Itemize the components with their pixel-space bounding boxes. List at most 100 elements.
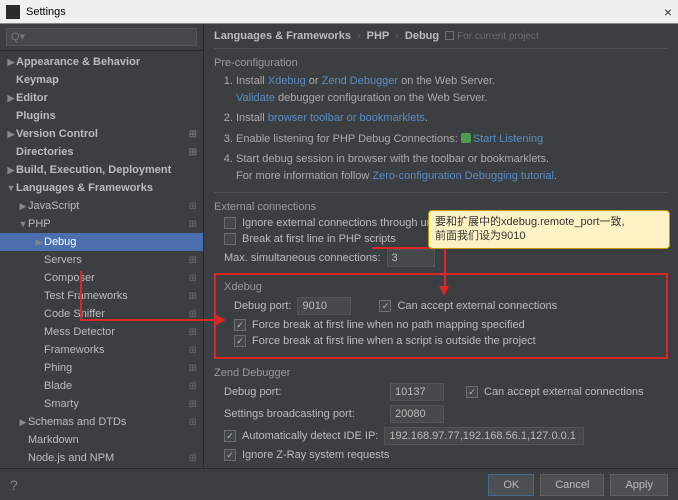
zend-title: Zend Debugger	[214, 367, 668, 379]
cancel-button[interactable]: Cancel	[540, 474, 604, 496]
search-input[interactable]	[6, 28, 197, 46]
tree-item-blade[interactable]: Blade⊞	[0, 377, 203, 395]
expand-arrow-icon[interactable]: ▶	[18, 201, 28, 212]
dialog-footer: ? OK Cancel Apply	[0, 468, 678, 500]
xdebug-port-input[interactable]	[297, 297, 351, 315]
tree-item-directories[interactable]: Directories⊞	[0, 143, 203, 161]
zend-port-label: Debug port:	[224, 386, 384, 398]
preconfig-section: Install Xdebug or Zend Debugger on the W…	[214, 73, 668, 184]
breadcrumb: Languages & Frameworks › PHP › Debug For…	[214, 24, 668, 49]
break-first-label: Break at first line in PHP scripts	[242, 233, 396, 245]
xdebug-link[interactable]: Xdebug	[268, 75, 306, 87]
tree-item-appearance-behavior[interactable]: ▶Appearance & Behavior	[0, 53, 203, 71]
break-first-checkbox[interactable]	[224, 233, 236, 245]
toolbar-link[interactable]: browser toolbar or bookmarklets	[268, 112, 425, 124]
zend-autoip-label: Automatically detect IDE IP:	[242, 430, 378, 442]
tree-item-version-control[interactable]: ▶Version Control ⊞	[0, 125, 203, 143]
tree-item-languages-frameworks[interactable]: ▼Languages & Frameworks	[0, 179, 203, 197]
zend-broadcast-input[interactable]	[390, 405, 444, 423]
xdebug-force-outside-checkbox[interactable]	[234, 335, 246, 347]
start-listening-link[interactable]: Start Listening	[473, 133, 543, 145]
xdebug-force-outside-label: Force break at first line when a script …	[252, 335, 536, 347]
tree-item-servers[interactable]: Servers ⊞	[0, 251, 203, 269]
help-icon[interactable]: ?	[10, 477, 18, 493]
ok-button[interactable]: OK	[488, 474, 534, 496]
expand-arrow-icon[interactable]: ▶	[6, 129, 16, 140]
project-scope-icon: ⊞	[189, 417, 197, 428]
tree-item-label: Editor	[16, 92, 48, 104]
annotation-arrow-line	[80, 319, 218, 321]
expand-arrow-icon[interactable]: ▼	[6, 183, 16, 193]
tree-item-label: Node.js and NPM	[28, 452, 114, 464]
expand-arrow-icon[interactable]: ▶	[6, 165, 16, 176]
tree-item-editor[interactable]: ▶Editor	[0, 89, 203, 107]
xdebug-accept-checkbox[interactable]	[379, 300, 391, 312]
tree-item-php[interactable]: ▼PHP⊞	[0, 215, 203, 233]
zend-accept-checkbox[interactable]	[466, 386, 478, 398]
project-scope-icon: ⊞	[189, 129, 197, 140]
tree-item-label: Test Frameworks	[44, 290, 128, 302]
tree-item-label: Version Control	[16, 128, 98, 140]
tree-item-test-frameworks[interactable]: Test Frameworks ⊞	[0, 287, 203, 305]
expand-arrow-icon[interactable]: ▶	[18, 417, 28, 428]
project-scope-icon: ⊞	[189, 309, 197, 320]
tree-item-composer[interactable]: Composer⊞	[0, 269, 203, 287]
annotation-arrow-line	[80, 271, 82, 319]
preconfig-step-4: Start debug session in browser with the …	[236, 151, 668, 184]
zend-port-input[interactable]	[390, 383, 444, 401]
breadcrumb-sep: ›	[395, 30, 399, 42]
apply-button[interactable]: Apply	[610, 474, 668, 496]
ignore-external-checkbox[interactable]	[224, 217, 236, 229]
tree-item-javascript[interactable]: ▶JavaScript⊞	[0, 197, 203, 215]
project-scope-icon: ⊞	[189, 255, 197, 266]
project-scope-icon: ⊞	[189, 381, 197, 392]
tree-item-keymap[interactable]: Keymap	[0, 71, 203, 89]
tree-item-smarty[interactable]: Smarty⊞	[0, 395, 203, 413]
tutorial-link[interactable]: Zero-configuration Debugging tutorial	[372, 170, 554, 182]
listen-icon	[461, 133, 471, 143]
project-scope-icon: ⊞	[189, 291, 197, 302]
xdebug-force-nopath-checkbox[interactable]	[234, 319, 246, 331]
tree-item-frameworks[interactable]: Frameworks⊞	[0, 341, 203, 359]
tree-item-build-execution-deployment[interactable]: ▶Build, Execution, Deployment	[0, 161, 203, 179]
max-connections-input[interactable]	[387, 249, 435, 267]
zend-zray-checkbox[interactable]	[224, 449, 236, 461]
tree-item-phing[interactable]: Phing⊞	[0, 359, 203, 377]
settings-tree[interactable]: ▶Appearance & BehaviorKeymap▶EditorPlugi…	[0, 51, 203, 468]
preconfig-step-3: Enable listening for PHP Debug Connectio…	[236, 131, 668, 148]
breadcrumb-l1[interactable]: Languages & Frameworks	[214, 30, 351, 42]
validate-link[interactable]: Validate	[236, 92, 275, 104]
zend-autoip-input[interactable]	[384, 427, 584, 445]
tree-item-node-js-and-npm[interactable]: Node.js and NPM⊞	[0, 449, 203, 467]
tree-item-label: Schemas and DTDs	[28, 416, 126, 428]
zend-link[interactable]: Zend Debugger	[322, 75, 398, 87]
zend-autoip-checkbox[interactable]	[224, 430, 236, 442]
tree-item-plugins[interactable]: Plugins	[0, 107, 203, 125]
tree-item-label: Languages & Frameworks	[16, 182, 153, 194]
tree-item-markdown[interactable]: Markdown	[0, 431, 203, 449]
project-scope-badge: For current project	[445, 31, 539, 42]
tree-item-label: JavaScript	[28, 200, 79, 212]
project-scope-icon: ⊞	[189, 327, 197, 338]
annotation-arrow-line	[444, 247, 446, 287]
project-scope-icon: ⊞	[189, 399, 197, 410]
xdebug-port-label: Debug port:	[234, 300, 291, 312]
tree-item-debug[interactable]: ▶Debug	[0, 233, 203, 251]
expand-arrow-icon[interactable]: ▶	[34, 237, 44, 248]
expand-arrow-icon[interactable]: ▶	[6, 57, 16, 68]
close-icon[interactable]: ×	[664, 4, 672, 20]
xdebug-force-nopath-label: Force break at first line when no path m…	[252, 319, 525, 331]
expand-arrow-icon[interactable]: ▼	[18, 219, 28, 229]
tree-item-label: Build, Execution, Deployment	[16, 164, 171, 176]
tree-item-schemas-and-dtds[interactable]: ▶Schemas and DTDs ⊞	[0, 413, 203, 431]
titlebar: Settings ×	[0, 0, 678, 24]
project-scope-icon: ⊞	[189, 363, 197, 374]
expand-arrow-icon[interactable]: ▶	[6, 93, 16, 104]
breadcrumb-l2[interactable]: PHP	[367, 30, 390, 42]
tree-item-mess-detector[interactable]: Mess Detector⊞	[0, 323, 203, 341]
tree-item-label: Servers	[44, 254, 82, 266]
sidebar: ▶Appearance & BehaviorKeymap▶EditorPlugi…	[0, 24, 204, 468]
annotation-arrow-head	[439, 286, 449, 296]
preconfig-title: Pre-configuration	[214, 57, 668, 69]
tree-item-label: Debug	[44, 236, 76, 248]
